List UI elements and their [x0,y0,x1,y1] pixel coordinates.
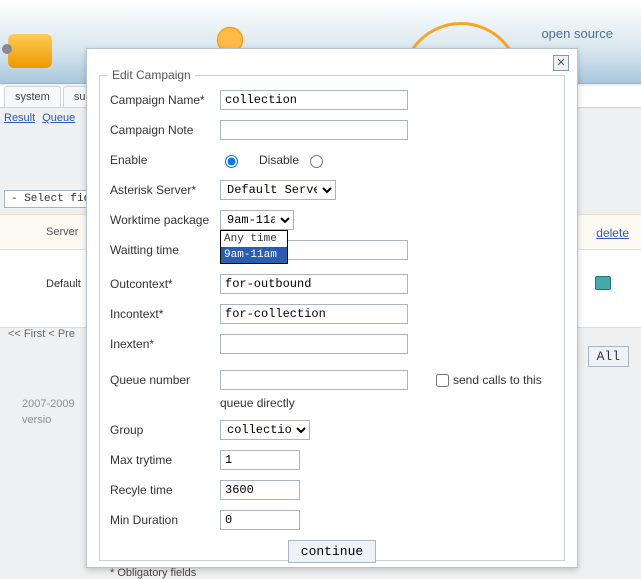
worktime-option-9am[interactable]: 9am-11am [221,247,287,263]
delete-icon[interactable] [595,276,611,290]
min-duration-input[interactable] [220,510,300,530]
group-select[interactable]: collection [220,420,310,440]
worktime-select[interactable]: 9am-11am [220,210,294,230]
label-enable: Enable [110,153,220,167]
footer-year: 2007-2009 [22,396,75,412]
queue-number-input[interactable] [220,370,408,390]
label-recycle: Recyle time [110,483,220,497]
camera-icon [8,34,52,68]
all-button[interactable]: All [588,346,629,367]
inexten-input[interactable] [220,334,408,354]
label-queue-note: queue directly [220,396,554,410]
outcontext-input[interactable] [220,274,408,294]
label-outcontext: Outcontext* [110,277,220,291]
delete-link[interactable]: delete [596,226,629,240]
label-maxtry: Max trytime [110,453,220,467]
cell-server: Default [46,278,81,290]
continue-button[interactable]: continue [288,540,376,563]
pager[interactable]: << First < Pre [8,328,75,340]
breadcrumb: Result Queue [4,112,79,124]
recycle-time-input[interactable] [220,480,300,500]
label-disable: Disable [259,153,299,167]
disable-radio[interactable] [310,155,323,168]
label-inexten: Inexten* [110,337,220,351]
label-campaign-note: Campaign Note [110,123,220,137]
label-worktime: Worktime package [110,213,220,227]
footer-version: versio [22,412,75,428]
crumb-queue[interactable]: Queue [42,112,75,124]
dialog-title: Edit Campaign [108,68,195,82]
label-group: Group [110,423,220,437]
edit-campaign-dialog: ✕ Edit Campaign Campaign Name* Campaign … [86,48,578,568]
max-trytime-input[interactable] [220,450,300,470]
label-queue: Queue number [110,373,220,387]
label-asterisk: Asterisk Server* [110,183,220,197]
asterisk-server-select[interactable]: Default Server [220,180,336,200]
enable-radio[interactable] [225,155,238,168]
label-mindur: Min Duration [110,513,220,527]
label-incontext: Incontext* [110,307,220,321]
fieldset: Edit Campaign Campaign Name* Campaign No… [99,75,565,561]
worktime-option-any[interactable]: Any time [221,231,287,247]
close-icon[interactable]: ✕ [553,55,569,71]
crumb-result[interactable]: Result [4,112,35,124]
campaign-name-input[interactable] [220,90,408,110]
worktime-dropdown-list: Any time 9am-11am [220,230,288,264]
campaign-note-input[interactable] [220,120,408,140]
send-calls-checkbox[interactable] [436,374,449,387]
col-server[interactable]: Server [46,226,78,238]
label-campaign-name: Campaign Name* [110,93,220,107]
label-waiting: Waitting time [110,243,220,257]
footer: 2007-2009 versio [22,396,75,428]
tab-system[interactable]: system [4,86,61,107]
incontext-input[interactable] [220,304,408,324]
open-source-label: open source [541,26,613,41]
label-send-calls: send calls to this [453,373,542,387]
